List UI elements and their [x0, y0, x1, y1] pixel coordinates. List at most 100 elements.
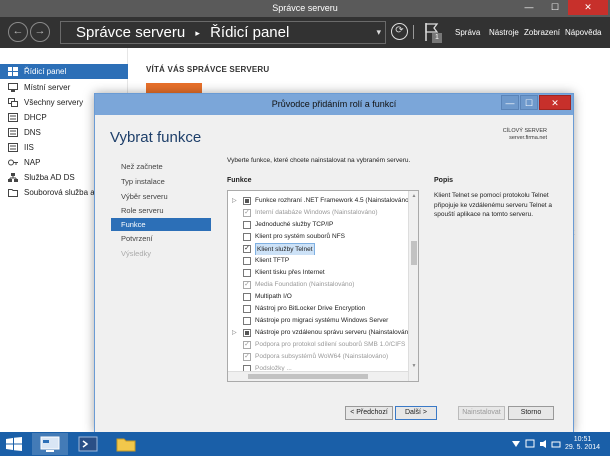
feature-row[interactable]: Nástroje pro migraci systému Windows Ser…	[228, 315, 408, 327]
add-roles-features-wizard: Průvodce přidáním rolí a funkcí — ☐ ✕ Vy…	[94, 93, 574, 433]
feature-row[interactable]: Jednoduché služby TCP/IP	[228, 219, 408, 231]
feature-row[interactable]: Klient TFTP	[228, 255, 408, 267]
feature-row[interactable]: ▷ Funkce rozhraní .NET Framework 4.5 (Nai…	[228, 195, 408, 207]
feature-row[interactable]: Klient tisku přes Internet	[228, 267, 408, 279]
feature-label: Klient pro systém souborů NFS	[255, 233, 345, 240]
dialog-title: Průvodce přidáním rolí a funkcí	[271, 99, 397, 109]
feature-row[interactable]: ✓ Podpora subsystémů WoW64 (Nainstalováno…	[228, 351, 408, 363]
feature-checkbox: ✓	[243, 341, 251, 349]
feature-checkbox[interactable]	[243, 305, 251, 313]
expand-arrow-icon[interactable]: ▷	[232, 195, 237, 207]
feature-checkbox[interactable]	[243, 293, 251, 301]
breadcrumb-current: Řídicí panel	[210, 24, 290, 41]
sidebar-item-label: DHCP	[24, 113, 47, 122]
taskbar-powershell[interactable]	[70, 433, 106, 455]
feature-label: Podpora subsystémů WoW64 (Nainstalováno)	[255, 353, 389, 360]
target-server-name: server.firma.net	[509, 135, 547, 141]
clock-date: 29. 5. 2014	[564, 444, 600, 451]
feature-label: Klient tisku přes Internet	[255, 269, 325, 276]
feature-label: Multipath I/O	[255, 293, 292, 300]
system-tray[interactable]	[510, 439, 570, 451]
sidebar-item-label: Všechny servery	[24, 98, 84, 107]
previous-button[interactable]: < Předchozí	[345, 406, 393, 420]
feature-checkbox[interactable]	[243, 257, 251, 265]
feature-row[interactable]: ✓ Podpora pro protokol sdílení souborů SM…	[228, 339, 408, 351]
feature-label: Klient služby Telnet	[255, 243, 315, 255]
feature-checkbox[interactable]	[243, 221, 251, 229]
feature-checkbox[interactable]	[243, 269, 251, 277]
feature-checkbox[interactable]	[243, 329, 251, 337]
horizontal-scrollbar[interactable]	[228, 371, 408, 381]
feature-row[interactable]: Nástroj pro BitLocker Drive Encryption	[228, 303, 408, 315]
dialog-minimize-button[interactable]: —	[501, 95, 519, 110]
clock-time: 10:51	[573, 436, 592, 443]
description-header: Popis	[434, 177, 454, 184]
scrollbar-thumb[interactable]	[411, 241, 417, 265]
clock[interactable]: 10:51 29. 5. 2014	[565, 436, 600, 452]
scroll-up-icon[interactable]: ▲	[409, 193, 418, 199]
dhcp-icon	[8, 113, 18, 122]
sidebar-item-label: NAP	[24, 158, 41, 167]
features-list[interactable]: Podsložky ... ✓ Podpora subsystémů WoW64 (…	[227, 190, 419, 382]
step-server-roles[interactable]: Role serveru	[111, 204, 211, 217]
breadcrumb-root[interactable]: Správce serveru	[76, 24, 185, 41]
feature-label: Klient TFTP	[255, 257, 290, 264]
taskbar-server-manager[interactable]	[32, 433, 68, 455]
feature-row[interactable]: Klient pro systém souborů NFS	[228, 231, 408, 243]
breadcrumb[interactable]: Správce serveru ▸ Řídicí panel ▾	[60, 21, 386, 44]
feature-checkbox: ✓	[243, 353, 251, 361]
dialog-title-bar: Průvodce přidáním rolí a funkcí — ☐ ✕	[95, 94, 573, 115]
servers-icon	[8, 98, 18, 107]
chevron-down-icon[interactable]: ▾	[376, 22, 381, 43]
server-manager-icon	[40, 436, 60, 452]
taskbar-file-explorer[interactable]	[108, 433, 144, 455]
close-button[interactable]: ✕	[568, 0, 608, 15]
next-button[interactable]: Další >	[395, 406, 437, 420]
step-server-selection[interactable]: Výběr serveru	[111, 190, 211, 203]
minimize-button[interactable]: —	[516, 0, 542, 15]
windows-start-icon[interactable]	[6, 437, 22, 451]
powershell-icon	[78, 436, 98, 452]
feature-checkbox[interactable]	[243, 317, 251, 325]
menu-tools[interactable]: Nástroje	[489, 17, 519, 48]
feature-row[interactable]: ✓ Klient služby Telnet	[228, 243, 408, 255]
feature-row[interactable]: ▷ Nástroje pro vzdálenou správu serveru (…	[228, 327, 408, 339]
feature-row[interactable]: ✓ Media Foundation (Nainstalováno)	[228, 279, 408, 291]
feature-row[interactable]: ✓ Interní databáze Windows (Nainstalováno…	[228, 207, 408, 219]
maximize-button[interactable]: ☐	[542, 0, 568, 15]
dialog-close-button[interactable]: ✕	[539, 95, 571, 110]
menu-view[interactable]: Zobrazení	[524, 17, 560, 48]
dialog-maximize-button[interactable]: ☐	[520, 95, 538, 110]
feature-label: Media Foundation (Nainstalováno)	[255, 281, 355, 288]
feature-row[interactable]: Multipath I/O	[228, 291, 408, 303]
feature-checkbox[interactable]: ✓	[243, 245, 251, 253]
taskbar: 10:51 29. 5. 2014	[0, 432, 610, 456]
feature-checkbox[interactable]	[243, 233, 251, 241]
cancel-button[interactable]: Storno	[508, 406, 554, 420]
adds-icon	[8, 173, 18, 182]
feature-checkbox: ✓	[243, 281, 251, 289]
vertical-scrollbar[interactable]: ▲ ▼	[408, 191, 418, 381]
iis-icon	[8, 143, 18, 152]
toolbar: ← → Správce serveru ▸ Řídicí panel ▾ ⟳ 1…	[0, 17, 610, 48]
step-installation-type[interactable]: Typ instalace	[111, 175, 211, 188]
step-features[interactable]: Funkce	[111, 218, 211, 231]
menu-manage[interactable]: Správa	[455, 17, 480, 48]
back-button[interactable]: ←	[8, 22, 28, 42]
feature-label: Funkce rozhraní .NET Framework 4.5 (Nain…	[255, 197, 408, 204]
step-before-you-begin[interactable]: Než začnete	[111, 160, 211, 173]
refresh-icon[interactable]: ⟳	[391, 23, 408, 40]
breadcrumb-separator-icon: ▸	[195, 27, 200, 38]
forward-button[interactable]: →	[30, 22, 50, 42]
sidebar-item-label: IIS	[24, 143, 34, 152]
window-title: Správce serveru	[272, 3, 338, 13]
nap-icon	[8, 159, 18, 166]
sidebar-item-label: Služba AD DS	[24, 173, 75, 182]
step-confirmation[interactable]: Potvrzení	[111, 232, 211, 245]
scroll-down-icon[interactable]: ▼	[409, 363, 418, 369]
expand-arrow-icon[interactable]: ▷	[232, 327, 237, 339]
menu-help[interactable]: Nápověda	[565, 17, 601, 48]
feature-checkbox[interactable]	[243, 197, 251, 205]
horizontal-scrollbar-thumb[interactable]	[248, 374, 368, 379]
sidebar-item-dashboard[interactable]: Řídicí panel	[0, 64, 128, 79]
